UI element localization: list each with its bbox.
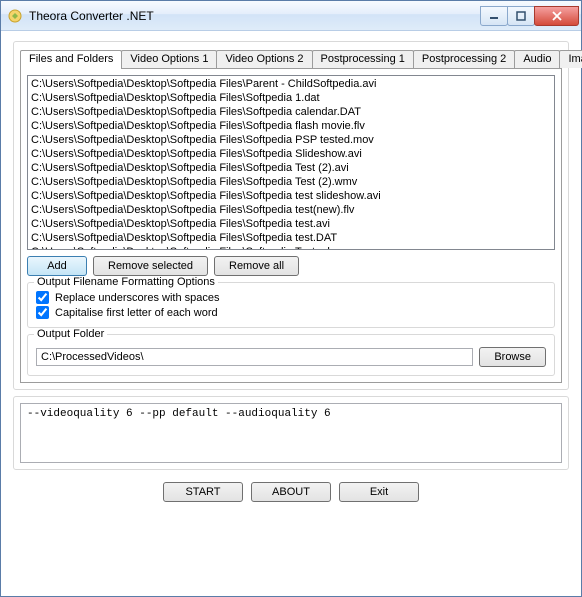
file-list-item[interactable]: C:\Users\Softpedia\Desktop\Softpedia Fil… (29, 203, 553, 217)
client-area: Files and Folders Video Options 1 Video … (1, 31, 581, 596)
app-icon (7, 8, 23, 24)
file-list-item[interactable]: C:\Users\Softpedia\Desktop\Softpedia Fil… (29, 91, 553, 105)
tab-postprocessing-1[interactable]: Postprocessing 1 (312, 50, 414, 68)
remove-selected-button[interactable]: Remove selected (93, 256, 208, 276)
command-line-text: --videoquality 6 --pp default --audioqua… (20, 403, 562, 463)
file-list-item[interactable]: C:\Users\Softpedia\Desktop\Softpedia Fil… (29, 175, 553, 189)
file-list-item[interactable]: C:\Users\Softpedia\Desktop\Softpedia Fil… (29, 217, 553, 231)
output-folder-input[interactable] (36, 348, 473, 366)
output-folder-group: Output Folder Browse (27, 334, 555, 376)
footer-buttons: START ABOUT Exit (13, 476, 569, 506)
replace-underscores-label: Replace underscores with spaces (55, 292, 219, 304)
file-list-item[interactable]: C:\Users\Softpedia\Desktop\Softpedia Fil… (29, 105, 553, 119)
remove-all-button[interactable]: Remove all (214, 256, 299, 276)
output-folder-row: Browse (36, 347, 546, 367)
tab-audio[interactable]: Audio (514, 50, 560, 68)
tab-postprocessing-2[interactable]: Postprocessing 2 (413, 50, 515, 68)
file-list-item[interactable]: C:\Users\Softpedia\Desktop\Softpedia Fil… (29, 161, 553, 175)
capitalise-checkbox[interactable] (36, 306, 49, 319)
command-output-panel: --videoquality 6 --pp default --audioqua… (13, 396, 569, 470)
file-list-item[interactable]: C:\Users\Softpedia\Desktop\Softpedia Fil… (29, 119, 553, 133)
close-button[interactable] (534, 6, 579, 26)
tab-bar: Files and Folders Video Options 1 Video … (20, 48, 562, 68)
capitalise-row: Capitalise first letter of each word (36, 306, 546, 319)
tab-video-options-2[interactable]: Video Options 2 (216, 50, 312, 68)
browse-button[interactable]: Browse (479, 347, 546, 367)
titlebar: Theora Converter .NET (1, 1, 581, 31)
minimize-button[interactable] (480, 6, 508, 26)
output-folder-legend: Output Folder (34, 328, 107, 340)
window-controls (481, 6, 579, 26)
replace-underscores-checkbox[interactable] (36, 291, 49, 304)
tab-files-and-folders[interactable]: Files and Folders (20, 50, 122, 69)
file-list-item[interactable]: C:\Users\Softpedia\Desktop\Softpedia Fil… (29, 231, 553, 245)
file-list-item[interactable]: C:\Users\Softpedia\Desktop\Softpedia Fil… (29, 245, 553, 250)
format-options-group: Output Filename Formatting Options Repla… (27, 282, 555, 328)
about-button[interactable]: ABOUT (251, 482, 331, 502)
exit-button[interactable]: Exit (339, 482, 419, 502)
app-window: Theora Converter .NET Files and Folders … (0, 0, 582, 597)
file-list-item[interactable]: C:\Users\Softpedia\Desktop\Softpedia Fil… (29, 147, 553, 161)
main-panel: Files and Folders Video Options 1 Video … (13, 41, 569, 390)
file-buttons-row: Add Remove selected Remove all (27, 256, 555, 276)
tab-content: C:\Users\Softpedia\Desktop\Softpedia Fil… (20, 68, 562, 383)
tab-video-options-1[interactable]: Video Options 1 (121, 50, 217, 68)
file-list-item[interactable]: C:\Users\Softpedia\Desktop\Softpedia Fil… (29, 77, 553, 91)
capitalise-label: Capitalise first letter of each word (55, 307, 218, 319)
format-options-legend: Output Filename Formatting Options (34, 276, 218, 288)
tab-images-truncated[interactable]: Ima (559, 50, 582, 68)
replace-underscores-row: Replace underscores with spaces (36, 291, 546, 304)
window-title: Theora Converter .NET (29, 9, 481, 23)
start-button[interactable]: START (163, 482, 243, 502)
file-list-item[interactable]: C:\Users\Softpedia\Desktop\Softpedia Fil… (29, 133, 553, 147)
file-list[interactable]: C:\Users\Softpedia\Desktop\Softpedia Fil… (27, 75, 555, 250)
add-button[interactable]: Add (27, 256, 87, 276)
file-list-item[interactable]: C:\Users\Softpedia\Desktop\Softpedia Fil… (29, 189, 553, 203)
maximize-button[interactable] (507, 6, 535, 26)
